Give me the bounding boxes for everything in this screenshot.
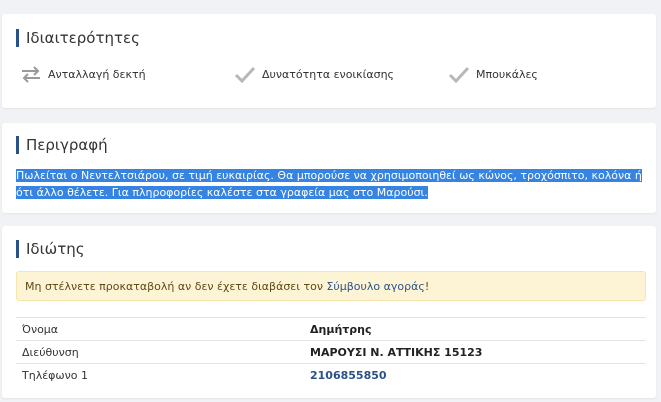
name-label: Όνομα bbox=[16, 317, 304, 341]
owner-title: Ιδιώτης bbox=[16, 240, 85, 258]
swap-arrows-icon bbox=[20, 65, 42, 83]
description-body: Πωλείται ο Νεντελτσιάρου, σε τιμή ευκαιρ… bbox=[16, 169, 642, 199]
alert-text: Μη στέλνετε προκαταβολή αν δεν έχετε δια… bbox=[25, 280, 327, 293]
feature-rental: Δυνατότητα ενοικίασης bbox=[234, 65, 394, 83]
description-text[interactable]: Πωλείται ο Νεντελτσιάρου, σε τιμή ευκαιρ… bbox=[16, 167, 652, 201]
owner-info-table: Όνομα Δημήτρης Διεύθυνση ΜΑΡΟΥΣΙ Ν. ΑΤΤΙ… bbox=[16, 317, 646, 386]
alert-suffix: ! bbox=[424, 280, 430, 293]
feature-bottles: Μπουκάλες bbox=[448, 65, 538, 83]
check-icon bbox=[448, 65, 470, 83]
feature-label: Δυνατότητα ενοικίασης bbox=[262, 67, 394, 81]
phone-label: Τηλέφωνο 1 bbox=[16, 363, 304, 386]
feature-label: Ανταλλαγή δεκτή bbox=[48, 67, 146, 81]
table-row: Τηλέφωνο 1 2106855850 bbox=[16, 363, 646, 386]
feature-exchange: Ανταλλαγή δεκτή bbox=[20, 65, 146, 83]
description-title: Περιγραφή bbox=[16, 136, 108, 154]
owner-card: Ιδιώτης Μη στέλνετε προκαταβολή αν δεν έ… bbox=[2, 226, 656, 398]
address-value: ΜΑΡΟΥΣΙ Ν. ΑΤΤΙΚΗΣ 15123 bbox=[304, 340, 646, 364]
feature-label: Μπουκάλες bbox=[476, 67, 538, 81]
features-title: Ιδιαιτερότητες bbox=[16, 29, 140, 47]
table-row: Διεύθυνση ΜΑΡΟΥΣΙ Ν. ΑΤΤΙΚΗΣ 15123 bbox=[16, 340, 646, 364]
name-value: Δημήτρης bbox=[304, 317, 646, 341]
check-icon bbox=[234, 65, 256, 83]
warning-alert: Μη στέλνετε προκαταβολή αν δεν έχετε δια… bbox=[16, 271, 646, 301]
address-label: Διεύθυνση bbox=[16, 340, 304, 364]
description-card: Περιγραφή Πωλείται ο Νεντελτσιάρου, σε τ… bbox=[2, 123, 656, 213]
features-card: Ιδιαιτερότητες Ανταλλαγή δεκτή Δυνατότητ… bbox=[2, 14, 656, 108]
table-row: Όνομα Δημήτρης bbox=[16, 317, 646, 341]
phone-link[interactable]: 2106855850 bbox=[304, 363, 646, 386]
buyer-advice-link[interactable]: Σύμβουλο αγοράς bbox=[326, 280, 424, 293]
